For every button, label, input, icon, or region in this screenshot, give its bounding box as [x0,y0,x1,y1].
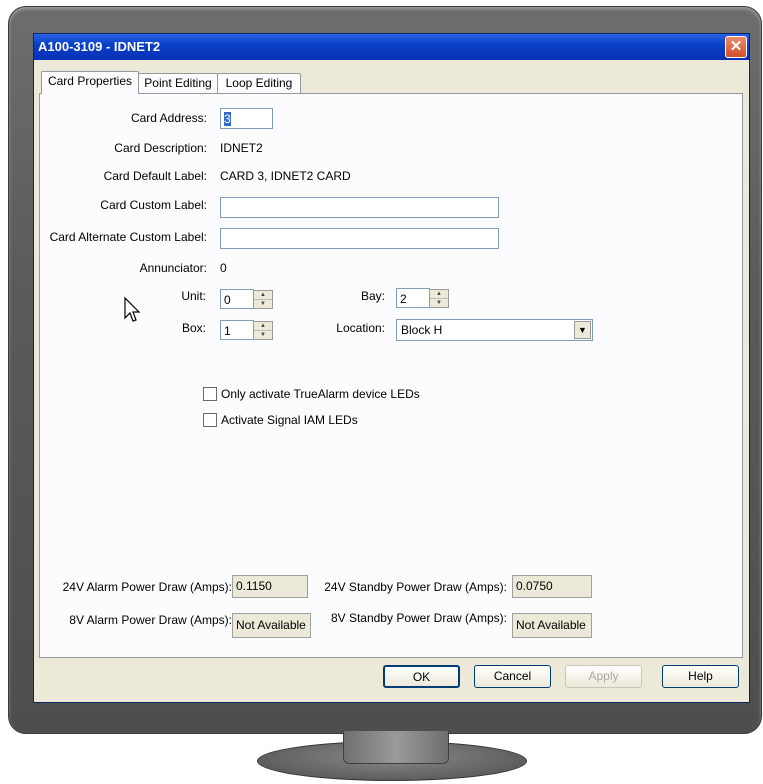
signal-iam-checkbox[interactable] [203,413,217,427]
truealarm-checkbox[interactable] [203,387,217,401]
standby24-field: 0.0750 [512,575,592,598]
unit-input[interactable]: 0 [220,289,254,309]
apply-button[interactable]: Apply [565,665,642,688]
tab-point-editing[interactable]: Point Editing [138,73,218,93]
help-button[interactable]: Help [662,665,739,688]
cancel-button[interactable]: Cancel [474,665,551,688]
card-address-input[interactable]: 3 [220,108,273,129]
card-alt-custom-label-input[interactable] [220,228,499,249]
tab-label: Loop Editing [225,76,293,90]
unit-spinner[interactable]: ▲ ▼ [253,290,273,309]
card-alt-custom-label-label: Card Alternate Custom Label: [49,230,207,244]
card-description-label: Card Description: [114,141,207,155]
alarm24-field: 0.1150 [232,575,308,598]
tab-panel-card-properties: Card Address: 3 Card Description: IDNET2… [39,93,743,658]
chevron-down-icon[interactable]: ▼ [574,321,591,339]
spin-up-icon[interactable]: ▲ [254,322,272,331]
bay-spinner[interactable]: ▲ ▼ [429,289,449,308]
annunciator-value: 0 [220,261,227,275]
spin-down-icon[interactable]: ▼ [254,331,272,339]
box-label: Box: [181,321,206,335]
signal-iam-label: Activate Signal IAM LEDs [221,413,358,427]
annunciator-label: Annunciator: [139,261,207,275]
tab-label: Point Editing [144,76,212,90]
title-bar[interactable]: A100-3109 - IDNET2 ✕ [34,34,749,60]
unit-value: 0 [224,293,231,307]
window-title: A100-3109 - IDNET2 [38,39,161,54]
ok-button[interactable]: OK [383,665,460,688]
mouse-pointer-icon [124,296,141,322]
spin-up-icon[interactable]: ▲ [430,290,448,299]
close-button[interactable]: ✕ [725,36,747,58]
alarm24-label: 24V Alarm Power Draw (Amps): [62,580,232,594]
monitor-neck [343,731,449,764]
card-address-label: Card Address: [130,111,207,125]
standby8-field: Not Available [512,613,592,638]
standby8-value: Not Available [516,618,586,632]
dialog-window: A100-3109 - IDNET2 ✕ Card Properties Poi… [33,33,750,703]
card-address-value: 3 [224,112,231,126]
bay-label: Bay: [360,289,385,303]
box-spinner[interactable]: ▲ ▼ [253,321,273,340]
location-value: Block H [401,323,443,337]
alarm24-value: 0.1150 [236,579,272,593]
tab-loop-editing[interactable]: Loop Editing [217,73,301,93]
box-input[interactable]: 1 [220,320,254,340]
location-select[interactable]: Block H ▼ [396,319,593,341]
card-default-label-value: CARD 3, IDNET2 CARD [220,169,351,183]
standby24-value: 0.0750 [516,579,553,593]
bay-value: 2 [400,292,407,306]
card-description-value: IDNET2 [220,141,263,155]
alarm8-field: Not Available [232,613,311,638]
spin-up-icon[interactable]: ▲ [254,291,272,300]
spin-down-icon[interactable]: ▼ [254,300,272,308]
location-label: Location: [336,321,385,335]
standby24-label: 24V Standby Power Draw (Amps): [324,580,507,594]
card-custom-label-label: Card Custom Label: [100,198,207,212]
tab-label: Card Properties [47,74,133,88]
truealarm-label: Only activate TrueAlarm device LEDs [221,387,420,401]
card-custom-label-input[interactable] [220,197,499,218]
card-default-label-label: Card Default Label: [103,169,207,183]
box-value: 1 [224,324,231,338]
tab-card-properties[interactable]: Card Properties [41,71,139,94]
close-icon: ✕ [729,38,743,55]
alarm8-value: Not Available [236,618,306,632]
spin-down-icon[interactable]: ▼ [430,299,448,307]
alarm8-label: 8V Alarm Power Draw (Amps): [69,613,232,627]
standby8-label: 8V Standby Power Draw (Amps): [330,611,507,625]
unit-label: Unit: [181,289,206,303]
bay-input[interactable]: 2 [396,288,430,308]
